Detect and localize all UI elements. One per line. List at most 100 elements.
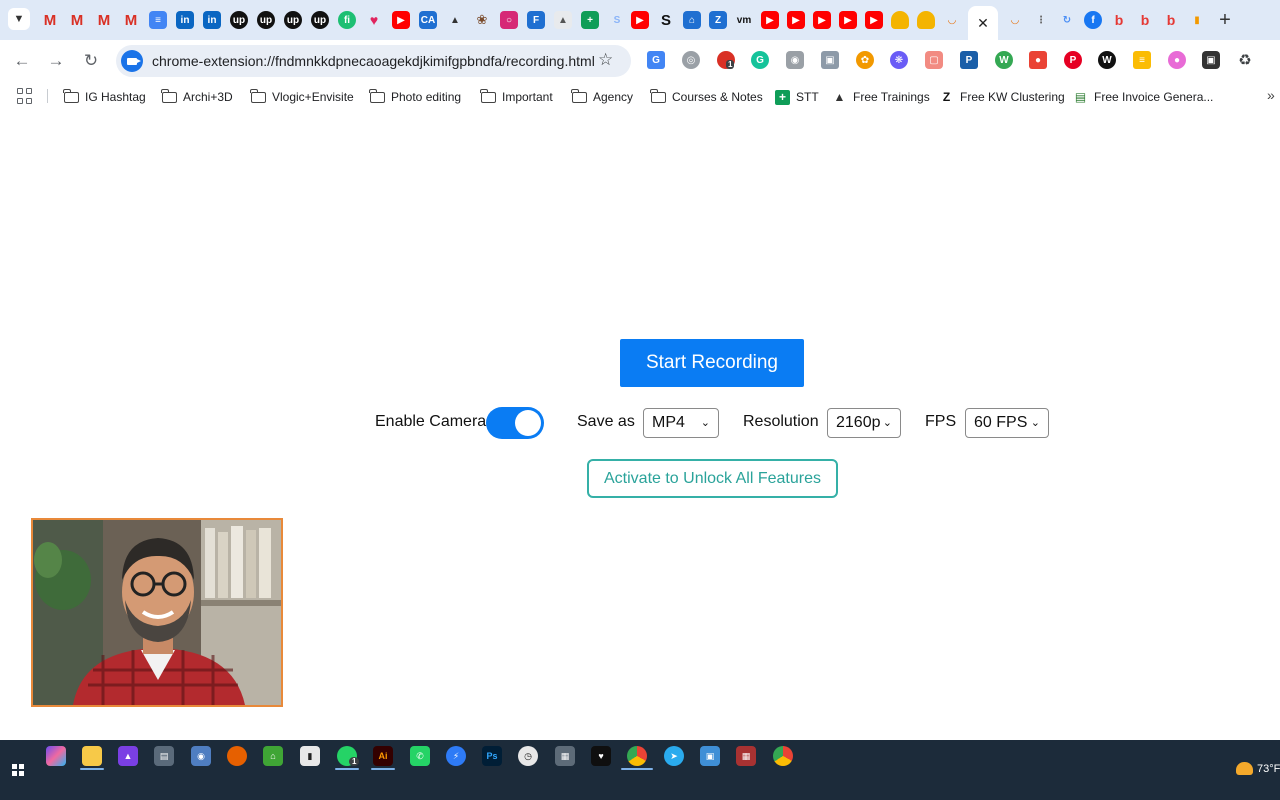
instagram-tab-icon[interactable]: ○ [500, 11, 518, 29]
b-logo-tab-icon[interactable]: b [1110, 11, 1128, 29]
b-logo-tab-icon[interactable]: b [1136, 11, 1154, 29]
new-tab-button[interactable]: + [1214, 9, 1236, 31]
capture-extension-icon[interactable]: ▢ [925, 51, 943, 69]
youtube-tab-icon[interactable]: ▶ [631, 11, 649, 29]
gmail-tab-icon[interactable]: M [122, 11, 140, 29]
youtube-tab-icon[interactable]: ▶ [761, 11, 779, 29]
bookmark-star-icon[interactable]: ☆ [598, 50, 613, 70]
clock-app-icon[interactable]: ◷ [518, 746, 538, 766]
fiverr-tab-icon[interactable]: fi [338, 11, 356, 29]
forms-tab-icon[interactable]: F [527, 11, 545, 29]
youtube-tab-icon[interactable]: ▶ [839, 11, 857, 29]
loading-tab-icon[interactable]: ↻ [1058, 11, 1076, 29]
vm-tab-icon[interactable]: vm [735, 11, 753, 29]
link-tab-icon[interactable]: S [608, 11, 626, 29]
file-explorer-icon[interactable] [82, 746, 102, 766]
grammarly-extension-icon[interactable]: G [751, 51, 769, 69]
seal-tab-icon[interactable]: ❀ [473, 11, 491, 29]
bookmark-courses-notes[interactable]: Courses & Notes [650, 88, 763, 106]
camera-toggle[interactable] [486, 407, 544, 439]
drive-tab-icon[interactable] [917, 11, 935, 29]
record-extension-icon[interactable]: ● [1029, 51, 1047, 69]
heart-tab-icon[interactable]: ♥ [365, 11, 383, 29]
app-brain-icon[interactable]: ◉ [191, 746, 211, 766]
resolution-select[interactable]: 2160p ⌄ [827, 408, 901, 438]
puzzle-extensions-icon[interactable]: ♻ [1236, 51, 1254, 69]
gmail-tab-icon[interactable]: M [41, 11, 59, 29]
close-tab-icon[interactable]: ✕ [977, 15, 989, 32]
ca-tab-icon[interactable]: CA [419, 11, 437, 29]
tab-search-button[interactable]: ▼ [8, 8, 30, 30]
photoshop-icon[interactable]: Ps [482, 746, 502, 766]
winrar-icon[interactable]: ▦ [736, 746, 756, 766]
bookmark-free-kw-clustering[interactable]: Z Free KW Clustering [939, 88, 1065, 106]
rainbow-tab-icon[interactable]: ◡ [943, 11, 961, 29]
chrome-secondary-icon[interactable] [773, 746, 793, 766]
linkedin-tab-icon[interactable]: in [176, 11, 194, 29]
app-green-icon[interactable]: ⌂ [263, 746, 283, 766]
bookmark-archi-3d[interactable]: Archi+3D [161, 88, 233, 106]
bookmark-vlogic-envisite[interactable]: Vlogic+Envisite [250, 88, 354, 106]
screenshot-extension-icon[interactable]: ▣ [1202, 51, 1220, 69]
translate-extension-icon[interactable]: G [647, 51, 665, 69]
linkedin-tab-icon[interactable]: in [203, 11, 221, 29]
url-text[interactable]: chrome-extension://fndmnkkdpnecaoagekdjk… [152, 53, 595, 69]
reload-icon[interactable]: ↻ [79, 49, 103, 73]
gmail-tab-icon[interactable]: M [68, 11, 86, 29]
w-extension-icon[interactable]: W [995, 51, 1013, 69]
docs-gray-tab-icon[interactable]: ▲ [554, 11, 572, 29]
youtube-tab-icon[interactable]: ▶ [392, 11, 410, 29]
youtube-tab-icon[interactable]: ▶ [787, 11, 805, 29]
bookmark-free-invoice-generator[interactable]: ▤ Free Invoice Genera... [1073, 88, 1214, 106]
bookmark-free-trainings[interactable]: ▲ Free Trainings [832, 88, 930, 106]
upwork-tab-icon[interactable]: up [230, 11, 248, 29]
app-piano-icon[interactable]: ▦ [555, 746, 575, 766]
chrome-icon[interactable] [627, 746, 647, 766]
youtube-tab-icon[interactable]: ▶ [865, 11, 883, 29]
bookmark-photo-editing[interactable]: Photo editing [369, 88, 461, 106]
start-recording-button[interactable]: Start Recording [620, 339, 804, 387]
bookmark-ig-hashtag[interactable]: IG Hashtag [63, 88, 146, 106]
more-bookmarks-chevron-icon[interactable]: » [1267, 87, 1275, 103]
app-gray-icon[interactable]: ▤ [154, 746, 174, 766]
messenger-icon[interactable]: ⚡ [446, 746, 466, 766]
traffic-tab-icon[interactable]: ⋮ [1032, 11, 1050, 29]
upwork-tab-icon[interactable]: up [284, 11, 302, 29]
sheets-tab-icon[interactable]: + [581, 11, 599, 29]
upwork-tab-icon[interactable]: up [311, 11, 329, 29]
apps-grid-icon[interactable] [17, 88, 33, 104]
firefox-icon[interactable] [227, 746, 247, 766]
pinterest-extension-icon[interactable]: P [1064, 51, 1082, 69]
library-icon[interactable]: ▮ [300, 746, 320, 766]
telegram-icon[interactable]: ➤ [664, 746, 684, 766]
bookmark-important[interactable]: Important [480, 88, 553, 106]
globe-extension-icon[interactable]: ◎ [682, 51, 700, 69]
upwork-tab-icon[interactable]: up [257, 11, 275, 29]
app-purple-icon[interactable]: ▲ [118, 746, 138, 766]
drive-tab-icon[interactable] [891, 11, 909, 29]
youtube-tab-icon[interactable]: ▶ [813, 11, 831, 29]
activate-features-button[interactable]: Activate to Unlock All Features [587, 459, 838, 498]
app-blue-icon[interactable]: ▣ [700, 746, 720, 766]
weather-widget[interactable]: 73°F [1236, 762, 1280, 775]
windows-start-icon[interactable] [12, 764, 24, 776]
active-tab[interactable]: ✕ [968, 6, 998, 40]
seo-extension-icon[interactable]: ✿ [856, 51, 874, 69]
rainbow-tab-icon[interactable]: ◡ [1006, 11, 1024, 29]
b-logo-tab-icon[interactable]: b [1162, 11, 1180, 29]
zillow-tab-icon[interactable]: Z [709, 11, 727, 29]
camera-extension-icon[interactable]: ◉ [786, 51, 804, 69]
forward-icon[interactable]: → [44, 49, 68, 73]
wordpress-extension-icon[interactable]: W [1098, 51, 1116, 69]
adblock-extension-icon[interactable]: 1 [717, 51, 735, 69]
home-tab-icon[interactable]: ⌂ [683, 11, 701, 29]
analytics-tab-icon[interactable]: ▮ [1188, 11, 1206, 29]
gallery-extension-icon[interactable]: ▣ [821, 51, 839, 69]
gmail-tab-icon[interactable]: M [95, 11, 113, 29]
bookmark-agency[interactable]: Agency [571, 88, 633, 106]
copilot-icon[interactable] [46, 746, 66, 766]
fps-select[interactable]: 60 FPS ⌄ [965, 408, 1049, 438]
save-as-select[interactable]: MP4 ⌄ [643, 408, 719, 438]
back-icon[interactable]: ← [10, 49, 34, 73]
bookmark-stt[interactable]: + STT [775, 88, 819, 106]
